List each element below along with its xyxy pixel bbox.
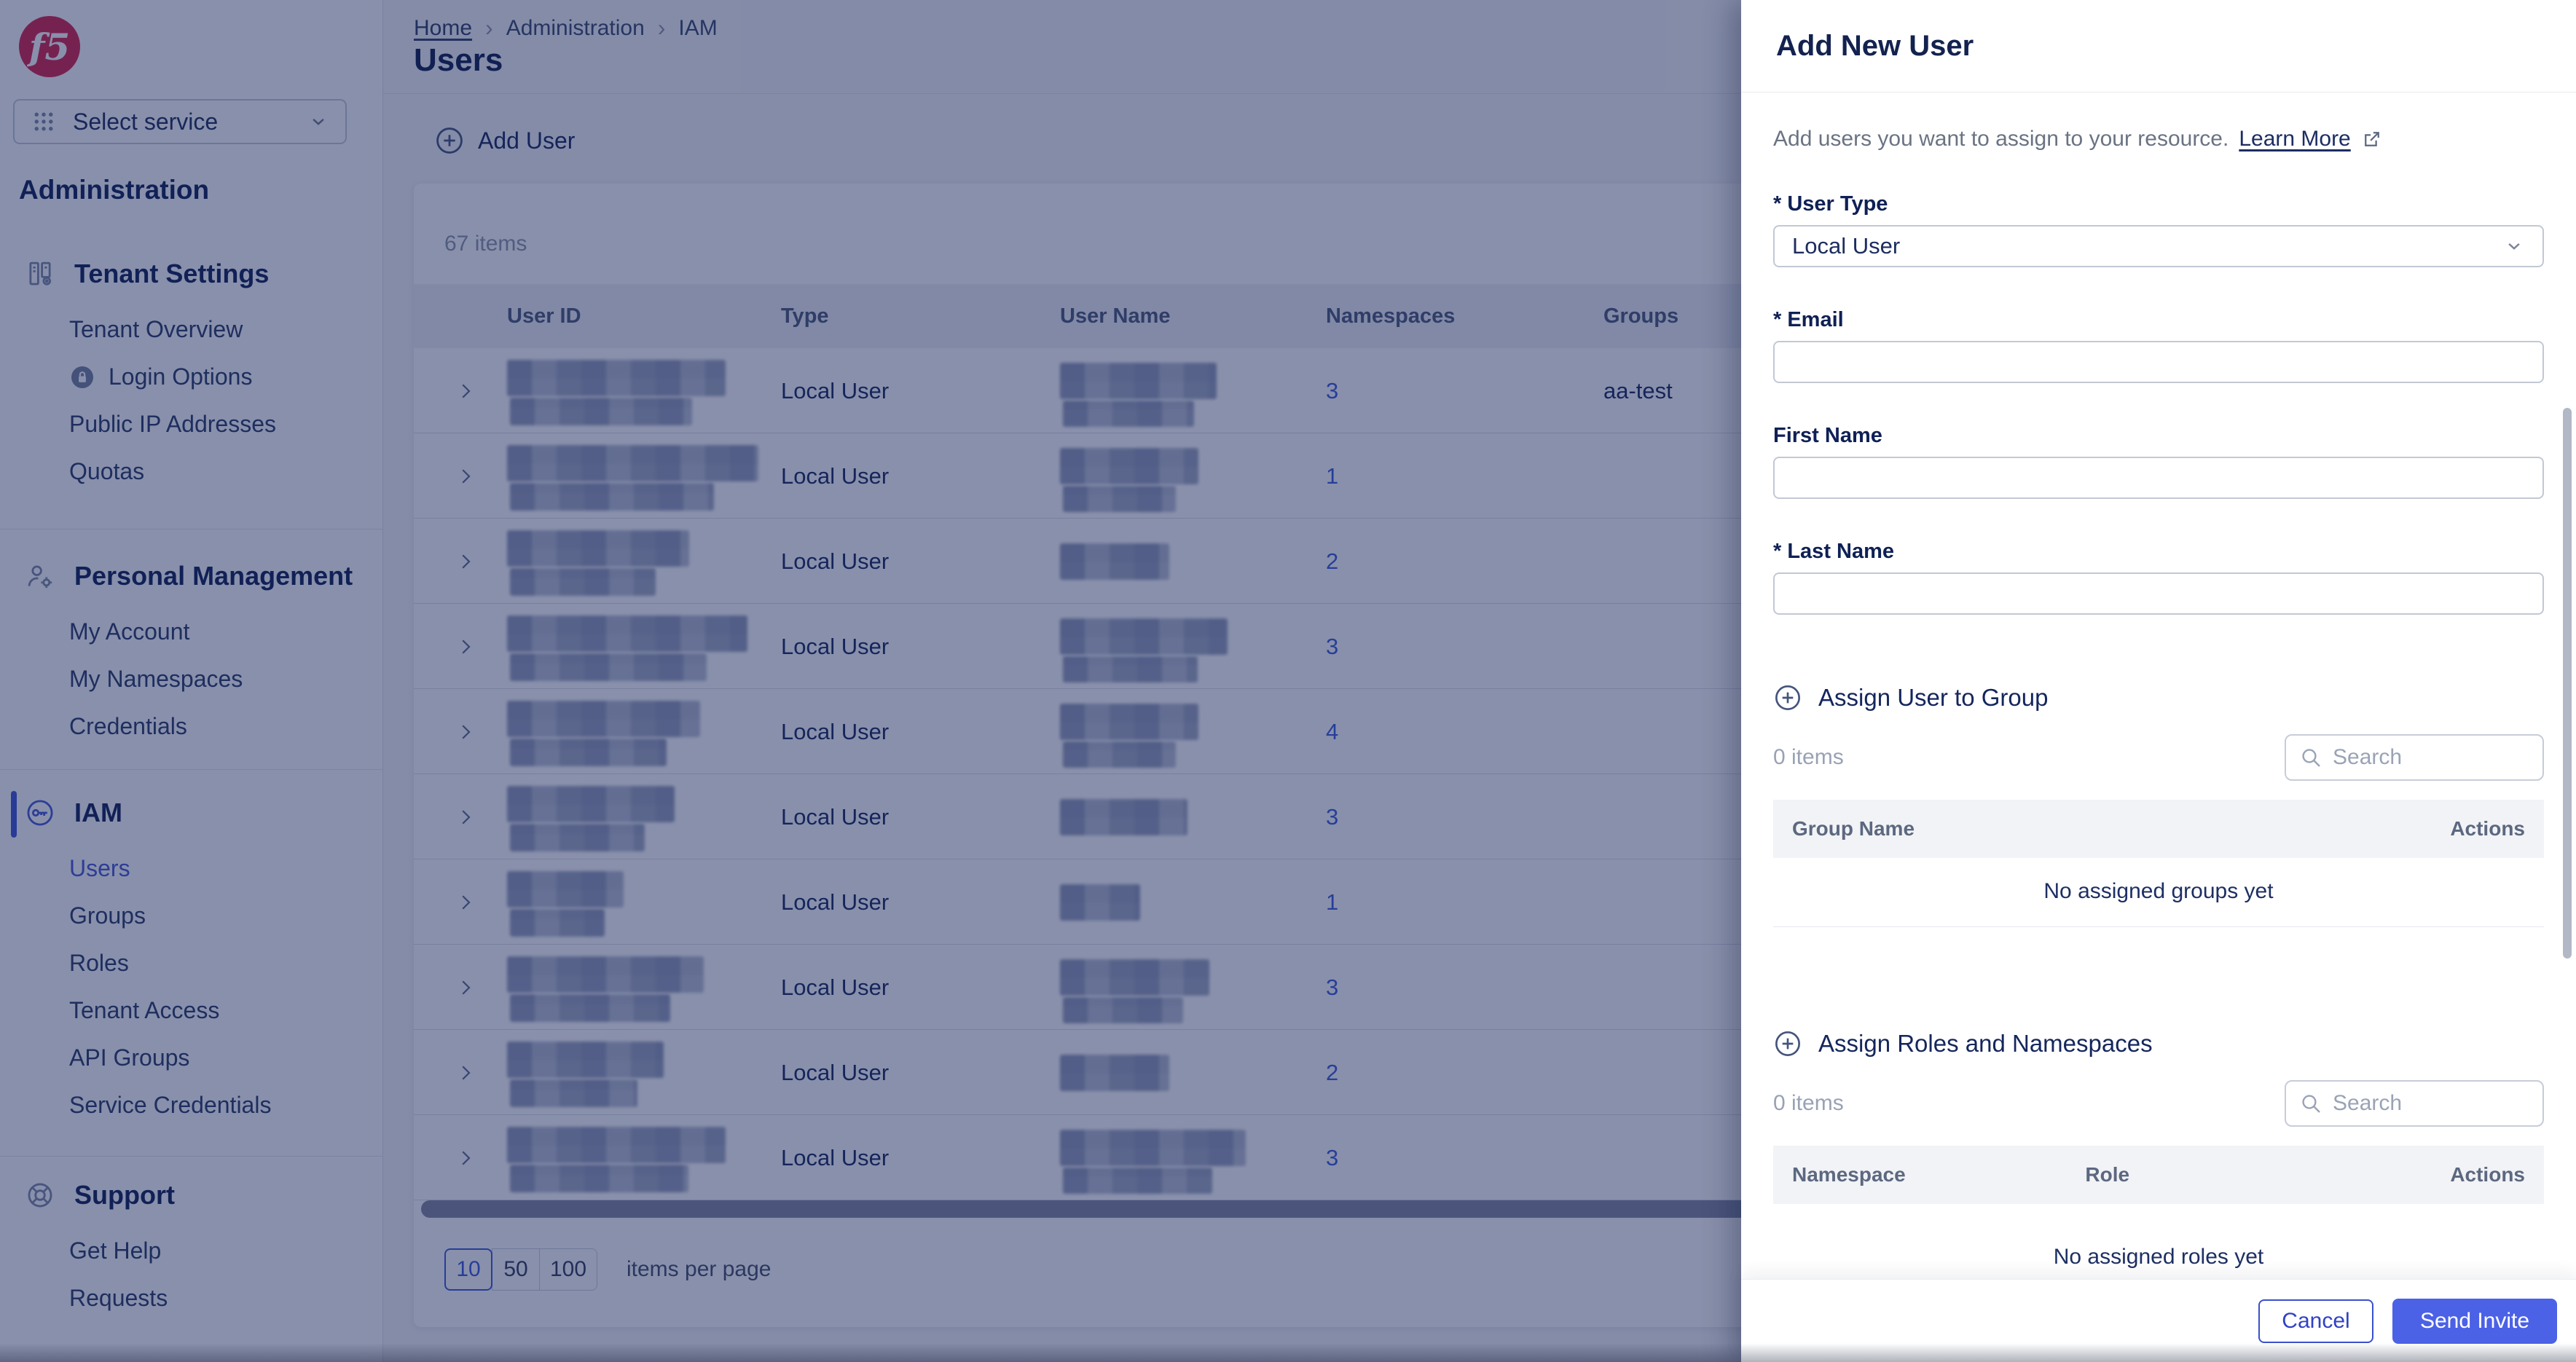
plus-circle-icon: [1773, 1029, 1802, 1058]
panel-description-text: Add users you want to assign to your res…: [1773, 127, 2229, 151]
section-divider: [1773, 926, 2544, 927]
learn-more-link[interactable]: Learn More: [2239, 127, 2350, 151]
groups-items-count: 0 items: [1773, 745, 1844, 769]
groups-search-input[interactable]: [2333, 745, 2515, 770]
groups-search[interactable]: [2285, 734, 2544, 781]
roles-search-input[interactable]: [2333, 1091, 2515, 1116]
last-name-label: * Last Name: [1773, 540, 1895, 563]
assign-user-to-group-button[interactable]: Assign User to Group: [1773, 683, 2544, 712]
roles-search[interactable]: [2285, 1080, 2544, 1127]
panel-body: Add users you want to assign to your res…: [1741, 93, 2576, 1362]
column-header-role: Role: [2085, 1163, 2130, 1186]
email-field[interactable]: [1773, 341, 2544, 383]
user-type-label: * User Type: [1773, 192, 1888, 216]
assign-group-title: Assign User to Group: [1818, 684, 2049, 711]
search-icon: [2299, 746, 2322, 769]
email-label: * Email: [1773, 308, 1844, 331]
user-type-value: Local User: [1792, 233, 1901, 259]
column-header-actions: Actions: [2450, 1163, 2525, 1186]
first-name-label: First Name: [1773, 424, 1882, 447]
roles-table-header: Namespace Role Actions: [1773, 1146, 2544, 1204]
assign-roles-title: Assign Roles and Namespaces: [1818, 1030, 2153, 1057]
last-name-field[interactable]: [1773, 572, 2544, 615]
send-invite-button[interactable]: Send Invite: [2392, 1298, 2557, 1344]
search-icon: [2299, 1092, 2322, 1115]
add-user-panel: Add New User Add users you want to assig…: [1741, 0, 2576, 1362]
column-header-actions: Actions: [2450, 817, 2525, 840]
groups-empty-state: No assigned groups yet: [2043, 879, 2274, 903]
plus-circle-icon: [1773, 683, 1802, 712]
user-type-select[interactable]: Local User: [1773, 225, 2544, 267]
groups-table-header: Group Name Actions: [1773, 800, 2544, 858]
column-header-group-name: Group Name: [1792, 817, 1915, 840]
first-name-field[interactable]: [1773, 457, 2544, 499]
panel-header: Add New User: [1741, 0, 2576, 92]
groups-toolbar: 0 items: [1773, 734, 2544, 781]
roles-items-count: 0 items: [1773, 1091, 1844, 1115]
panel-title: Add New User: [1776, 29, 1974, 62]
external-link-icon: [2361, 128, 2383, 150]
cancel-button[interactable]: Cancel: [2258, 1299, 2373, 1343]
assign-roles-namespaces-button[interactable]: Assign Roles and Namespaces: [1773, 1029, 2544, 1058]
column-header-namespace: Namespace: [1792, 1163, 1906, 1186]
roles-empty-state: No assigned roles yet: [2053, 1245, 2264, 1269]
panel-vertical-scrollbar[interactable]: [2563, 408, 2572, 958]
chevron-down-icon: [2503, 235, 2525, 257]
panel-footer: Cancel Send Invite: [1741, 1279, 2576, 1362]
panel-description: Add users you want to assign to your res…: [1773, 127, 2544, 151]
roles-toolbar: 0 items: [1773, 1080, 2544, 1127]
